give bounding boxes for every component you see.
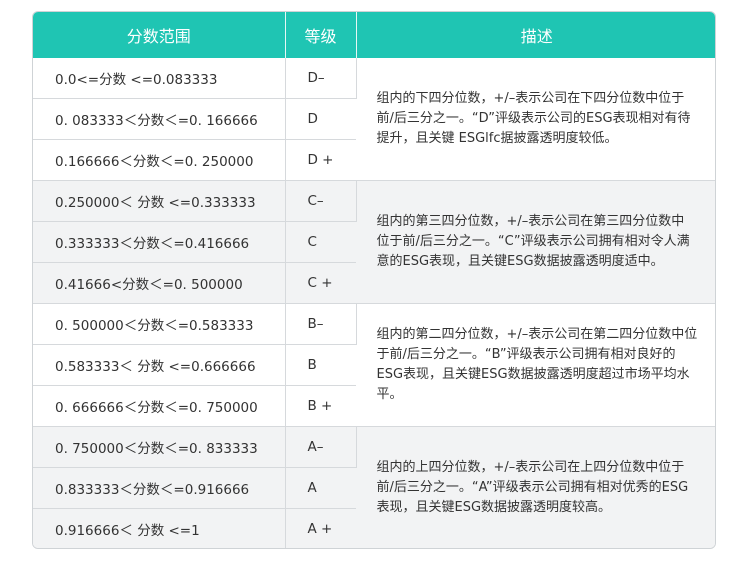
- description-cell: 组内的第三四分位数，+/–表示公司在第三四分位数中 位于前/后三分之一。“C”评…: [356, 180, 715, 304]
- score-range-cell: 0.833333＜分数＜=0.916666: [33, 467, 286, 509]
- score-range-cell: 0. 500000＜分数＜=0.583333: [33, 303, 286, 345]
- header-row: 分数范围 等级 描述: [33, 12, 715, 58]
- table-body: 0.0<=分数 <=0.083333 D– 组内的下四分位数，+/–表示公司在下…: [33, 58, 715, 548]
- description-cell: 组内的下四分位数，+/–表示公司在下四分位数中位于 前/后三分之一。“D”评级表…: [356, 58, 715, 181]
- grade-cell: A–: [285, 426, 357, 468]
- table-row: 0.0<=分数 <=0.083333 D– 组内的下四分位数，+/–表示公司在下…: [33, 58, 715, 181]
- table-row: 0.250000＜ 分数 <=0.333333 C– 组内的第三四分位数，+/–…: [33, 180, 715, 304]
- table-header: 分数范围 等级 描述: [33, 12, 715, 58]
- table-row: 0. 500000＜分数＜=0.583333 B– 组内的第二四分位数，+/–表…: [33, 303, 715, 427]
- score-range-cell: 0.916666＜ 分数 <=1: [33, 508, 286, 548]
- grade-cell: D +: [285, 139, 356, 181]
- grade-cell: C: [285, 221, 356, 263]
- score-range-cell: 0.250000＜ 分数 <=0.333333: [33, 180, 286, 222]
- score-range-cell: 0.333333＜分数＜=0.416666: [33, 221, 286, 263]
- description-cell: 组内的上四分位数，+/–表示公司在上四分位数中位于 前/后三分之一。“A”评级表…: [356, 426, 715, 548]
- grade-cell: D–: [285, 58, 357, 99]
- grade-cell: B +: [285, 385, 356, 427]
- grade-cell: C +: [285, 262, 356, 304]
- description-cell: 组内的第二四分位数，+/–表示公司在第二四分位数中位于前/后三分之一。“B”评级…: [356, 303, 715, 427]
- header-description: 描述: [356, 12, 715, 58]
- table-row: 0. 750000＜分数＜=0. 833333 A– 组内的上四分位数，+/–表…: [33, 426, 715, 548]
- score-range-cell: 0. 083333＜分数＜=0. 166666: [33, 98, 286, 140]
- score-range-cell: 0.583333＜ 分数 <=0.666666: [33, 344, 286, 386]
- score-range-cell: 0. 666666＜分数＜=0. 750000: [33, 385, 286, 427]
- header-range: 分数范围: [33, 12, 286, 58]
- score-range-cell: 0. 750000＜分数＜=0. 833333: [33, 426, 286, 468]
- esg-rating-table: 分数范围 等级 描述 0.0<=分数 <=0.083333 D– 组内的下四分位…: [32, 11, 716, 549]
- rating-table: 分数范围 等级 描述 0.0<=分数 <=0.083333 D– 组内的下四分位…: [33, 12, 715, 548]
- score-range-cell: 0.0<=分数 <=0.083333: [33, 58, 286, 99]
- score-range-cell: 0.41666<分数＜=0. 500000: [33, 262, 286, 304]
- grade-cell: C–: [285, 180, 357, 222]
- grade-cell: B–: [285, 303, 357, 345]
- score-range-cell: 0.166666＜分数＜=0. 250000: [33, 139, 286, 181]
- grade-cell: A +: [285, 508, 356, 548]
- grade-cell: A: [285, 467, 356, 509]
- header-grade: 等级: [285, 12, 357, 58]
- grade-cell: D: [285, 98, 356, 140]
- grade-cell: B: [285, 344, 356, 386]
